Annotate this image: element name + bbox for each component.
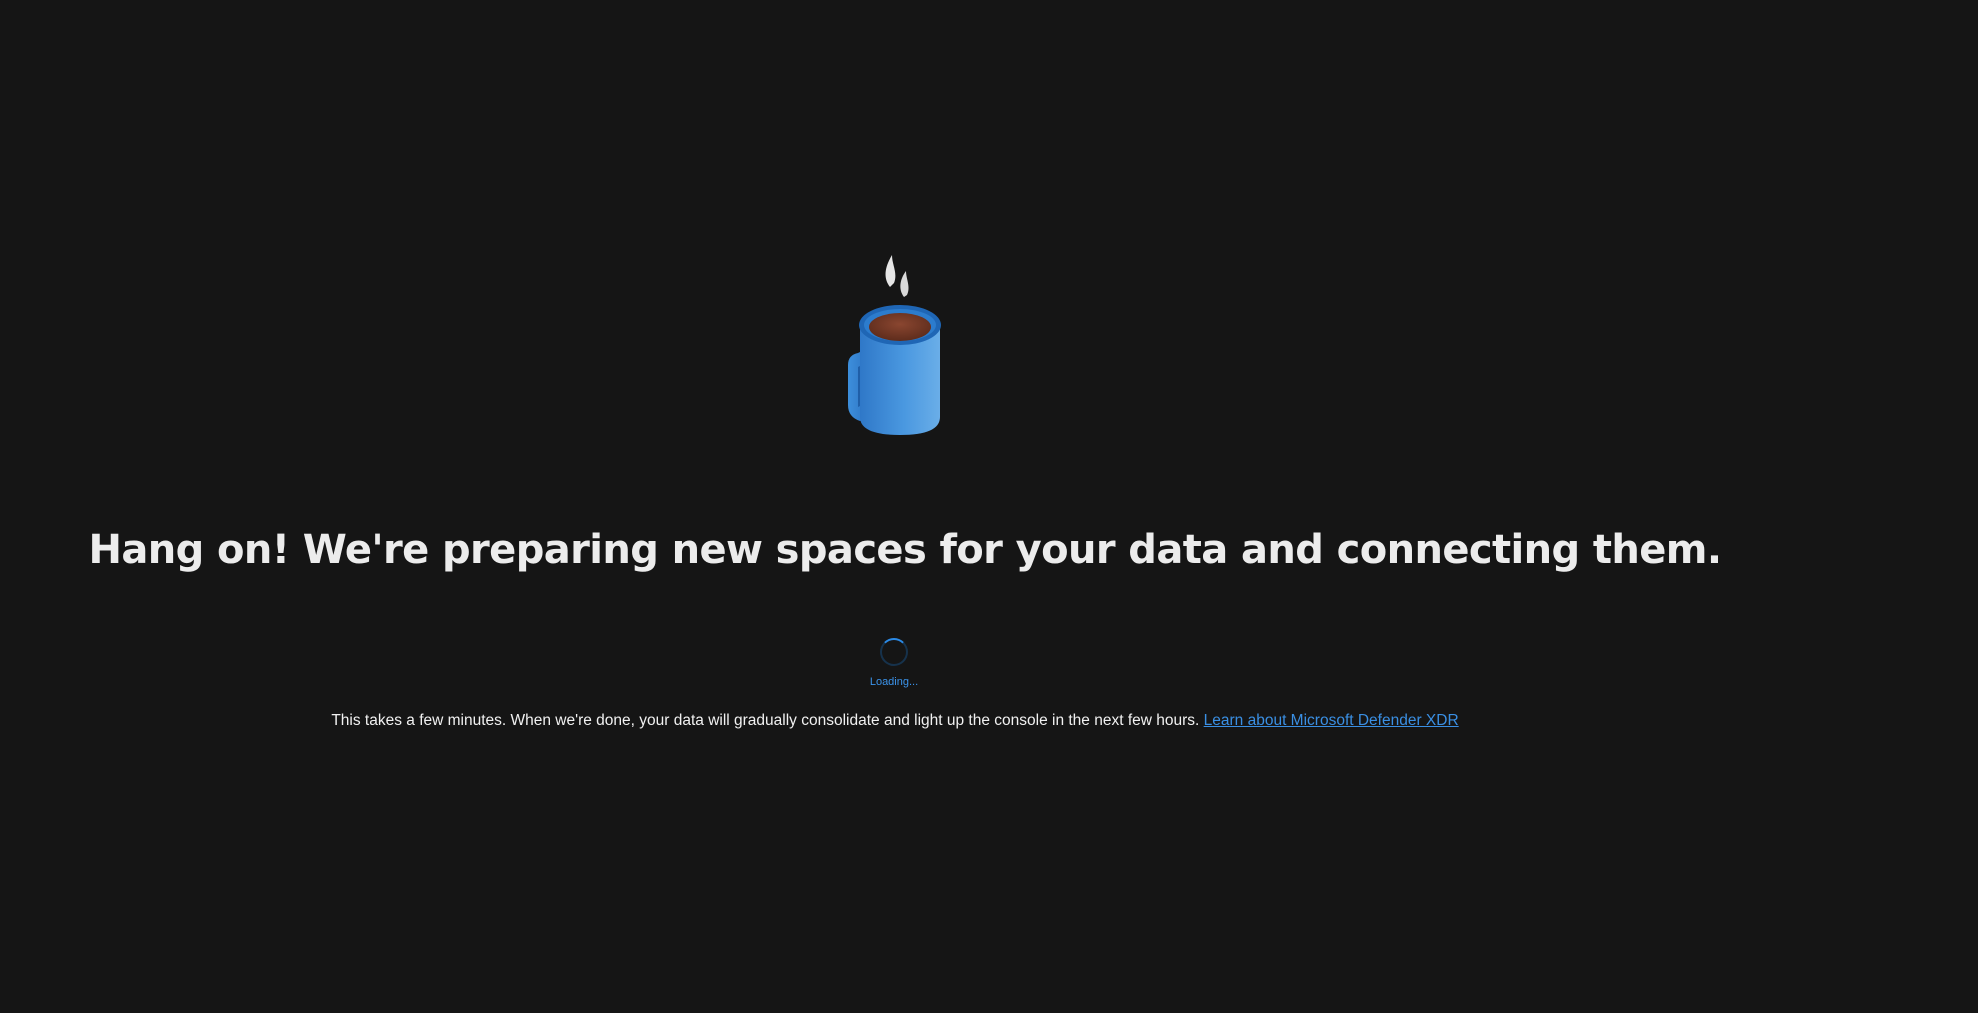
page-title: Hang on! We're preparing new spaces for … xyxy=(88,527,1723,573)
loading-page: Hang on! We're preparing new spaces for … xyxy=(0,0,1978,1013)
loading-spinner xyxy=(880,638,908,666)
description-text: This takes a few minutes. When we're don… xyxy=(0,711,1790,731)
learn-about-defender-link[interactable]: Learn about Microsoft Defender XDR xyxy=(1204,712,1459,729)
loading-label: Loading... xyxy=(869,676,919,688)
description-body: This takes a few minutes. When we're don… xyxy=(331,712,1200,729)
coffee-mug-icon xyxy=(848,255,941,435)
